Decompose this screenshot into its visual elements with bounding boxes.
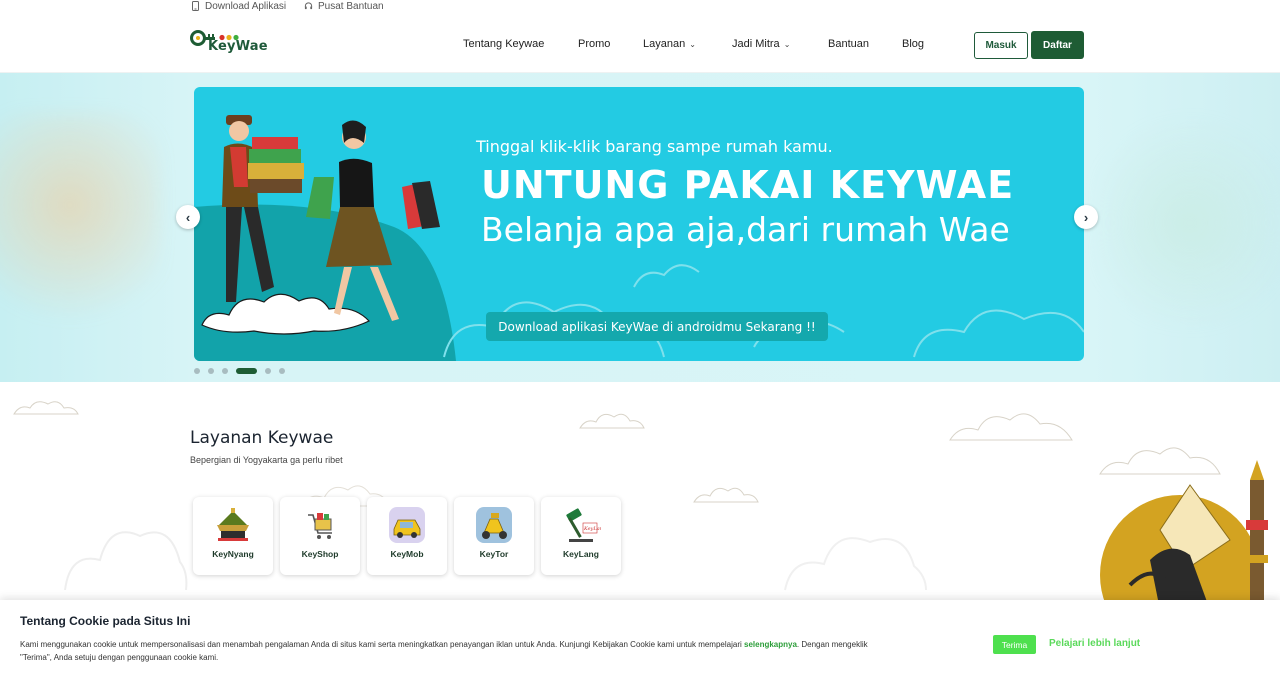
- cloud-decoration: [13, 401, 79, 415]
- help-center-label: Pusat Bantuan: [318, 0, 384, 12]
- download-app-cta-button[interactable]: Download aplikasi KeyWae di androidmu Se…: [486, 312, 828, 341]
- service-card-keynyang[interactable]: KeyNyang: [193, 497, 273, 575]
- carousel-next-button[interactable]: ›: [1074, 205, 1098, 229]
- service-card-keytor[interactable]: KeyTor: [454, 497, 534, 575]
- register-button[interactable]: Daftar: [1031, 31, 1084, 59]
- cookie-learn-more-link[interactable]: selengkapnya: [744, 640, 797, 649]
- nav-help[interactable]: Bantuan: [828, 38, 869, 50]
- chevron-down-icon: ⌄: [689, 39, 696, 49]
- carousel-dot[interactable]: [194, 368, 200, 374]
- nav-blog-label: Blog: [902, 38, 925, 50]
- service-label: KeyShop: [301, 549, 339, 559]
- hero-slide[interactable]: Tinggal klik-klik barang sampe rumah kam…: [194, 87, 1084, 361]
- cloud-outline-decoration: [784, 537, 927, 591]
- carousel-dot-active[interactable]: [236, 368, 257, 374]
- hero-subheadline: Belanja apa aja,dari rumah Wae: [481, 210, 1010, 249]
- service-label: KeyMob: [390, 549, 424, 559]
- hero-tagline: Tinggal klik-klik barang sampe rumah kam…: [476, 137, 833, 156]
- car-icon: [389, 507, 425, 543]
- cookie-banner-text: Kami menggunakan cookie untuk mempersona…: [20, 638, 880, 664]
- cloud-decoration: [579, 413, 645, 429]
- next-slide-preview: [1100, 103, 1280, 343]
- svg-text:KeyLang: KeyLang: [583, 526, 601, 532]
- cookie-banner: Tentang Cookie pada Situs Ini Kami mengg…: [0, 600, 1280, 676]
- nav-partner-dropdown[interactable]: Jadi Mitra ⌄: [732, 38, 790, 50]
- download-app-link[interactable]: Download Aplikasi: [191, 0, 286, 12]
- carousel-prev-button[interactable]: ‹: [176, 205, 200, 229]
- service-label: KeyLang: [563, 549, 599, 559]
- carousel-dot[interactable]: [222, 368, 228, 374]
- service-label: KeyTor: [479, 549, 509, 559]
- services-subtitle: Bepergian di Yogyakarta ga perlu ribet: [190, 455, 343, 465]
- nav-about-label: Tentang Keywae: [463, 38, 545, 50]
- accept-cookies-button[interactable]: Terima: [993, 635, 1036, 654]
- auction-hammer-icon: KeyLang: [566, 508, 601, 542]
- chevron-right-icon: ›: [1083, 209, 1089, 225]
- scooter-icon: [476, 507, 512, 543]
- top-utility-bar: Download Aplikasi Pusat Bantuan: [0, 0, 1280, 14]
- nav-about[interactable]: Tentang Keywae: [463, 38, 544, 50]
- services-section: Layanan Keywae Bepergian di Yogyakarta g…: [0, 382, 1280, 602]
- shopping-cart-icon: [308, 513, 332, 539]
- nav-help-label: Bantuan: [828, 38, 869, 50]
- chevron-down-icon: ⌄: [783, 39, 791, 49]
- hero-headline: UNTUNG PAKAI KEYWAE: [481, 163, 1015, 207]
- previous-slide-preview: [0, 113, 160, 343]
- cloud-outline-decoration: [64, 531, 188, 591]
- cookie-banner-title: Tentang Cookie pada Situs Ini: [20, 614, 191, 628]
- tugu-wayang-illustration: [1100, 460, 1268, 610]
- carousel-dot[interactable]: [265, 368, 271, 374]
- nav-services-dropdown[interactable]: Layanan ⌄: [643, 38, 696, 50]
- learn-more-button[interactable]: Pelajari lebih lanjut: [1049, 638, 1140, 649]
- services-title: Layanan Keywae: [190, 428, 334, 448]
- help-center-link[interactable]: Pusat Bantuan: [304, 0, 384, 12]
- service-card-keylang[interactable]: KeyLang KeyLang: [541, 497, 621, 575]
- cookie-text-before: Kami menggunakan cookie untuk mempersona…: [20, 640, 744, 649]
- hero-carousel: Tinggal klik-klik barang sampe rumah kam…: [0, 73, 1280, 382]
- carousel-pagination: [194, 368, 285, 374]
- headset-icon: [304, 2, 313, 10]
- phone-icon: [192, 1, 199, 11]
- nav-services-label: Layanan: [643, 38, 686, 50]
- nav-promo[interactable]: Promo: [578, 38, 610, 50]
- nav-partner-label: Jadi Mitra: [732, 38, 780, 50]
- cloud-decoration: [949, 413, 1073, 441]
- keywae-logo[interactable]: KeyWae: [190, 28, 272, 58]
- service-label: KeyNyang: [212, 549, 254, 559]
- download-app-label: Download Aplikasi: [205, 0, 287, 12]
- login-button[interactable]: Masuk: [974, 32, 1028, 59]
- carousel-dot[interactable]: [279, 368, 285, 374]
- nav-promo-label: Promo: [578, 38, 611, 50]
- chevron-left-icon: ‹: [185, 209, 191, 225]
- carousel-dot[interactable]: [208, 368, 214, 374]
- cloud-decoration: [693, 487, 759, 503]
- nav-blog[interactable]: Blog: [902, 38, 924, 50]
- market-icon: [217, 508, 249, 541]
- main-header: KeyWae Tentang Keywae Promo Layanan ⌄ Jad…: [0, 14, 1280, 73]
- service-card-keymob[interactable]: KeyMob: [367, 497, 447, 575]
- service-card-keyshop[interactable]: KeyShop: [280, 497, 360, 575]
- logo-wordmark: KeyWae: [208, 39, 268, 54]
